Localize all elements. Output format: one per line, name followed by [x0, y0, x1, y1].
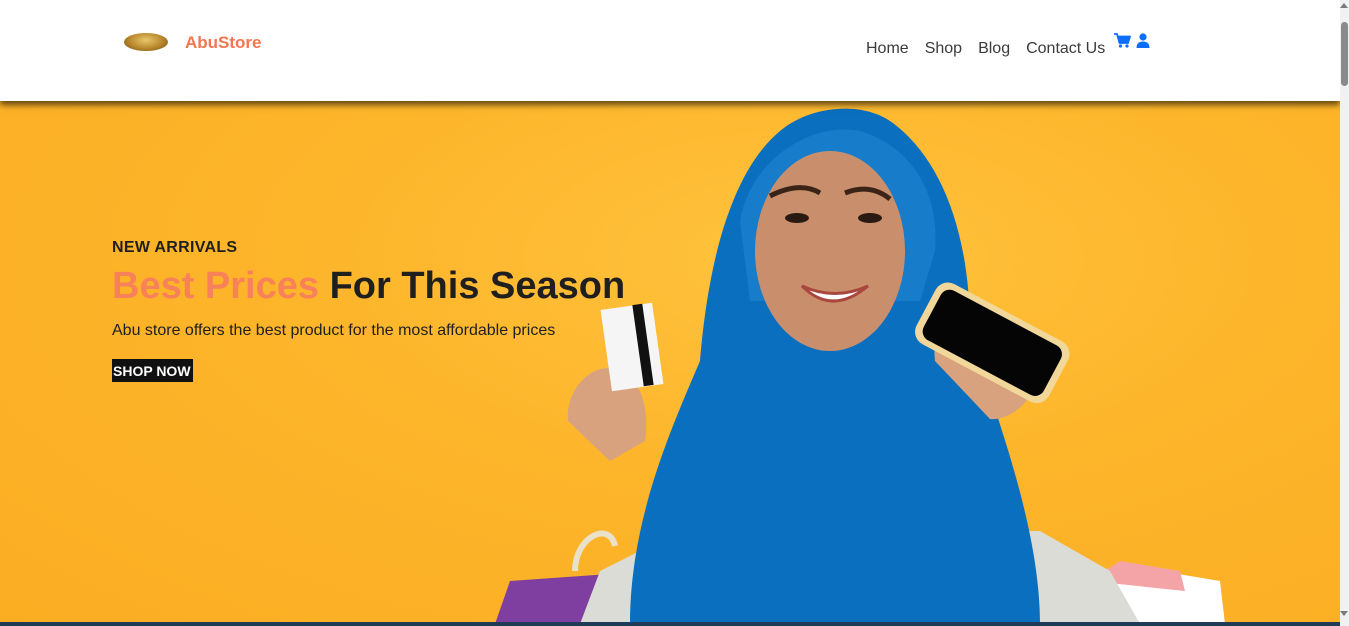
page-bottom-border [0, 622, 1340, 626]
page-scrollbar[interactable] [1340, 0, 1349, 626]
hero-subtitle: NEW ARRIVALS [112, 239, 238, 256]
hero-model-image [495, 108, 1225, 624]
shop-now-button[interactable]: SHOP NOW [112, 359, 193, 382]
nav-home[interactable]: Home [866, 40, 909, 58]
user-icon[interactable] [1136, 33, 1150, 48]
scrollbar-thumb[interactable] [1341, 22, 1348, 86]
hero-description: Abu store offers the best product for th… [112, 322, 556, 339]
nav-contact-us[interactable]: Contact Us [1026, 40, 1105, 58]
scroll-up-arrow-icon[interactable] [1340, 3, 1348, 8]
hero-title: Best Prices For This Season [112, 265, 625, 308]
brand-logo[interactable] [124, 33, 168, 51]
cart-icon[interactable] [1114, 33, 1131, 48]
hero-title-accent: Best Prices [112, 265, 320, 307]
nav-blog[interactable]: Blog [978, 40, 1010, 58]
nav-shop[interactable]: Shop [925, 40, 962, 58]
header-icons [1114, 33, 1150, 48]
scroll-down-arrow-icon[interactable] [1340, 611, 1348, 616]
main-nav: Home Shop Blog Contact Us [866, 40, 1121, 58]
site-header: AbuStore Home Shop Blog Contact Us [0, 0, 1340, 101]
brand-name[interactable]: AbuStore [185, 33, 262, 53]
hero-banner: NEW ARRIVALS Best Prices For This Season… [0, 101, 1340, 624]
hero-title-rest: For This Season [329, 265, 626, 307]
